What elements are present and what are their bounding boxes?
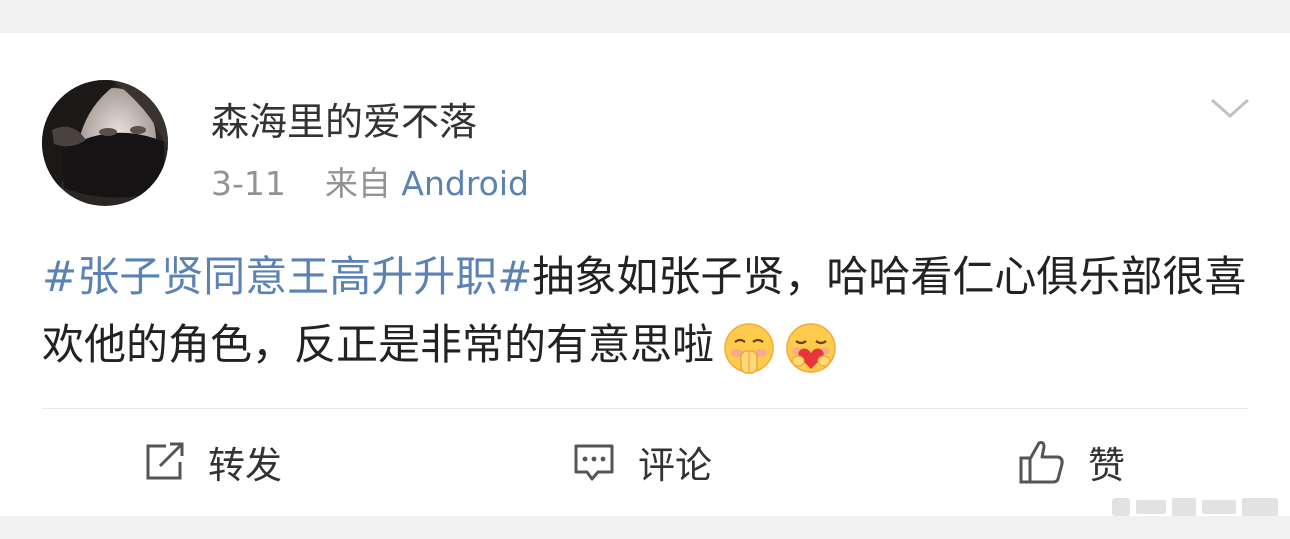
comment-icon <box>572 442 616 482</box>
thumbs-up-icon <box>1018 439 1066 485</box>
like-label: 赞 <box>1088 444 1125 487</box>
post-meta: 3-11 来自 Android <box>211 162 529 206</box>
heart-hug-face-emoji <box>784 321 838 375</box>
repost-button[interactable]: 转发 <box>144 432 282 492</box>
pleading-face-emoji <box>722 321 776 375</box>
source-prefix: 来自 <box>324 164 391 203</box>
top-gap <box>0 0 1290 33</box>
post-date: 3-11 <box>211 164 286 203</box>
avatar[interactable] <box>42 80 168 206</box>
like-button[interactable]: 赞 <box>1018 432 1125 492</box>
author-name[interactable]: 森海里的爱不落 <box>211 96 477 148</box>
bottom-gap <box>0 516 1290 539</box>
avatar-image <box>42 80 168 206</box>
topic-link[interactable]: #张子贤同意王高升升职# <box>42 252 532 301</box>
repost-label: 转发 <box>208 444 282 487</box>
source-link[interactable]: Android <box>401 164 529 203</box>
chevron-down-icon[interactable] <box>1208 94 1252 122</box>
post-body: #张子贤同意王高升升职#抽象如张子贤，哈哈看仁心俱乐部很喜欢他的角色，反正是非常… <box>42 243 1252 379</box>
repost-icon <box>144 442 186 482</box>
comment-label: 评论 <box>638 444 712 487</box>
divider <box>42 408 1248 409</box>
watermark-logo <box>1110 492 1282 522</box>
comment-button[interactable]: 评论 <box>572 432 712 492</box>
